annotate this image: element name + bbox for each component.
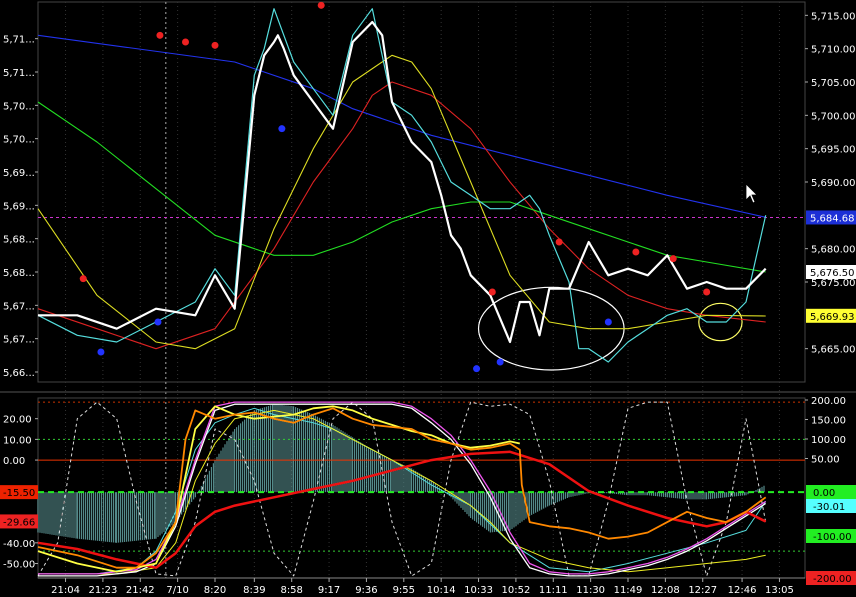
price-left-tick-label: 5,66...: [3, 368, 35, 379]
price-value-box-label: 5,676.50: [810, 268, 855, 279]
oscillator-right-value-box-label: -200.00: [813, 574, 852, 585]
time-tick-label: 10:52: [501, 585, 530, 596]
price-value-box-label: 5,684.68: [810, 213, 855, 224]
price-right-tick-label: 5,695.00: [811, 145, 856, 156]
time-tick-label: 12:08: [651, 585, 680, 596]
price-right-tick-label: 5,690.00: [811, 178, 856, 189]
signal-marker-dot: [97, 348, 105, 356]
signal-marker-dot: [154, 318, 162, 326]
oscillator-right-tick-label: 50.00: [811, 455, 840, 466]
signal-marker-dot: [669, 255, 677, 263]
signal-marker-dot: [703, 288, 711, 296]
price-right-tick-label: 5,700.00: [811, 111, 856, 122]
price-value-box-label: 5,669.93: [810, 312, 855, 323]
oscillator-left-tick-label: 20.00: [3, 415, 32, 426]
signal-marker-dot: [473, 365, 481, 373]
time-tick-label: 11:49: [614, 585, 643, 596]
oscillator-right-value-box-label: -30.01: [813, 502, 845, 513]
signal-marker-dot: [79, 275, 87, 283]
oscillator-right-tick-label: 100.00: [811, 435, 846, 446]
signal-marker-dot: [496, 358, 504, 366]
time-tick-label: 10:33: [464, 585, 493, 596]
price-right-tick-label: 5,705.00: [811, 78, 856, 89]
time-tick-label: 8:39: [243, 585, 265, 596]
oscillator-right-value-box-label: -100.00: [813, 532, 852, 543]
time-tick-label: 8:20: [204, 585, 226, 596]
oscillator-left-tick-label: -50.00: [3, 560, 35, 571]
signal-marker-dot: [211, 41, 219, 49]
signal-marker-dot: [156, 31, 164, 39]
time-tick-label: 21:42: [126, 585, 155, 596]
time-tick-label: 10:14: [427, 585, 456, 596]
oscillator-left-value-box-label: -29.66: [3, 517, 35, 528]
price-right-tick-label: 5,710.00: [811, 45, 856, 56]
price-left-tick-label: 5,68...: [3, 235, 35, 246]
time-tick-label: 21:04: [51, 585, 80, 596]
signal-marker-dot: [278, 125, 286, 133]
time-tick-label: 8:58: [280, 585, 302, 596]
signal-marker-dot: [317, 1, 325, 9]
time-tick-label: 9:17: [318, 585, 340, 596]
time-tick-label: 13:05: [765, 585, 794, 596]
chart-window: 5,71... 5,71... 5,70... 5,70... 5,69... 5,69.…: [0, 0, 856, 597]
time-tick-label: 7/10: [166, 585, 188, 596]
price-left-tick-label: 5,70...: [3, 101, 35, 112]
price-left-tick-label: 5,71...: [3, 68, 35, 79]
price-left-tick-label: 5,69...: [3, 168, 35, 179]
price-right-tick-label: 5,665.00: [811, 345, 856, 356]
price-left-tick-label: 5,67...: [3, 301, 35, 312]
signal-marker-dot: [182, 38, 189, 46]
price-left-tick-label: 5,69...: [3, 201, 35, 212]
oscillator-right-value-box-label: 0.00: [813, 488, 835, 499]
time-tick-label: 11:11: [539, 585, 568, 596]
price-right-tick-label: 5,715.00: [811, 11, 856, 22]
signal-marker-dot: [555, 238, 563, 246]
time-tick-label: 11:30: [576, 585, 605, 596]
oscillator-left-tick-label: 0.00: [3, 456, 25, 467]
time-tick-label: 9:36: [355, 585, 377, 596]
oscillator-right-tick-label: 150.00: [811, 416, 846, 427]
time-tick-label: 21:23: [88, 585, 117, 596]
price-left-tick-label: 5,70...: [3, 135, 35, 146]
price-right-tick-label: 5,675.00: [811, 278, 856, 289]
price-left-tick-label: 5,67...: [3, 335, 35, 346]
oscillator-right-tick-label: 200.00: [811, 396, 846, 407]
oscillator-left-value-box-label: -15.50: [3, 488, 35, 499]
time-tick-label: 12:46: [728, 585, 757, 596]
time-tick-label: 9:55: [393, 585, 415, 596]
oscillator-left-tick-label: -40.00: [3, 539, 35, 550]
price-left-tick-label: 5,71...: [3, 35, 35, 46]
oscillator-left-tick-label: 10.00: [3, 435, 32, 446]
signal-marker-dot: [604, 318, 612, 326]
price-right-tick-label: 5,680.00: [811, 245, 856, 256]
signal-marker-dot: [632, 248, 640, 256]
signal-marker-dot: [488, 288, 496, 296]
price-left-tick-label: 5,68...: [3, 268, 35, 279]
time-tick-label: 12:27: [688, 585, 717, 596]
chart-canvas[interactable]: 5,71... 5,71... 5,70... 5,70... 5,69... 5,69.…: [0, 0, 856, 597]
